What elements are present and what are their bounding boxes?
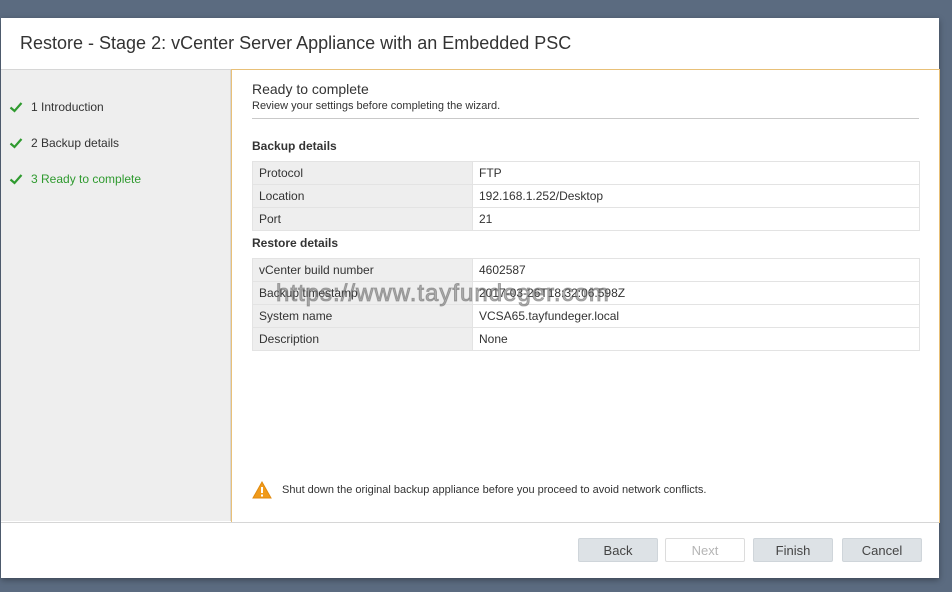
dialog-title: Restore - Stage 2: vCenter Server Applia… — [20, 33, 572, 53]
row-key: vCenter build number — [252, 258, 473, 282]
row-key: Protocol — [252, 161, 473, 185]
table-row: System name VCSA65.tayfundeger.local — [252, 304, 920, 328]
row-value: 2017-03-26T18:32:06.598Z — [472, 281, 920, 305]
back-button[interactable]: Back — [578, 538, 658, 562]
row-key: Port — [252, 207, 473, 231]
wizard-footer: Back Next Finish Cancel — [1, 522, 939, 579]
row-key: Description — [252, 327, 473, 351]
checkmark-icon — [9, 174, 23, 185]
finish-button[interactable]: Finish — [753, 538, 833, 562]
table-row: vCenter build number 4602587 — [252, 258, 920, 282]
row-value: None — [472, 327, 920, 351]
wizard-steps-sidebar: 1 Introduction 2 Backup details 3 Ready … — [1, 70, 231, 521]
next-button[interactable]: Next — [665, 538, 745, 562]
table-row: Backup timestamp 2017-03-26T18:32:06.598… — [252, 281, 920, 305]
page-title: Ready to complete — [252, 81, 369, 97]
row-value: 192.168.1.252/Desktop — [472, 184, 920, 208]
table-row: Description None — [252, 327, 920, 351]
restore-details-title: Restore details — [252, 236, 339, 250]
warning-message: Shut down the original backup appliance … — [252, 481, 706, 499]
table-row: Location 192.168.1.252/Desktop — [252, 184, 920, 208]
row-value: VCSA65.tayfundeger.local — [472, 304, 920, 328]
content-header: Ready to complete Review your settings b… — [252, 81, 919, 119]
row-key: Backup timestamp — [252, 281, 473, 305]
step-backup-details[interactable]: 2 Backup details — [9, 133, 119, 153]
table-row: Protocol FTP — [252, 161, 920, 185]
warning-icon — [252, 481, 272, 499]
page-subtitle: Review your settings before completing t… — [252, 100, 501, 112]
checkmark-icon — [9, 102, 23, 113]
row-value: 21 — [472, 207, 920, 231]
backup-details-title: Backup details — [252, 139, 337, 153]
warning-text: Shut down the original backup appliance … — [282, 484, 707, 496]
step-introduction[interactable]: 1 Introduction — [9, 97, 104, 117]
restore-wizard-dialog: Restore - Stage 2: vCenter Server Applia… — [1, 18, 940, 579]
backup-details-table: Protocol FTP Location 192.168.1.252/Desk… — [252, 161, 920, 231]
step-label: 3 Ready to complete — [31, 172, 142, 186]
step-label: 2 Backup details — [31, 136, 120, 150]
cancel-button[interactable]: Cancel — [842, 538, 922, 562]
table-row: Port 21 — [252, 207, 920, 231]
row-key: System name — [252, 304, 473, 328]
row-value: 4602587 — [472, 258, 920, 282]
checkmark-icon — [9, 138, 23, 149]
step-ready-to-complete[interactable]: 3 Ready to complete — [9, 169, 141, 189]
row-key: Location — [252, 184, 473, 208]
row-value: FTP — [472, 161, 920, 185]
restore-details-table: vCenter build number 4602587 Backup time… — [252, 258, 920, 351]
header-divider — [252, 118, 919, 119]
dialog-title-bar: Restore - Stage 2: vCenter Server Applia… — [1, 18, 939, 70]
step-label: 1 Introduction — [31, 100, 104, 114]
wizard-content-panel: Ready to complete Review your settings b… — [231, 69, 940, 523]
